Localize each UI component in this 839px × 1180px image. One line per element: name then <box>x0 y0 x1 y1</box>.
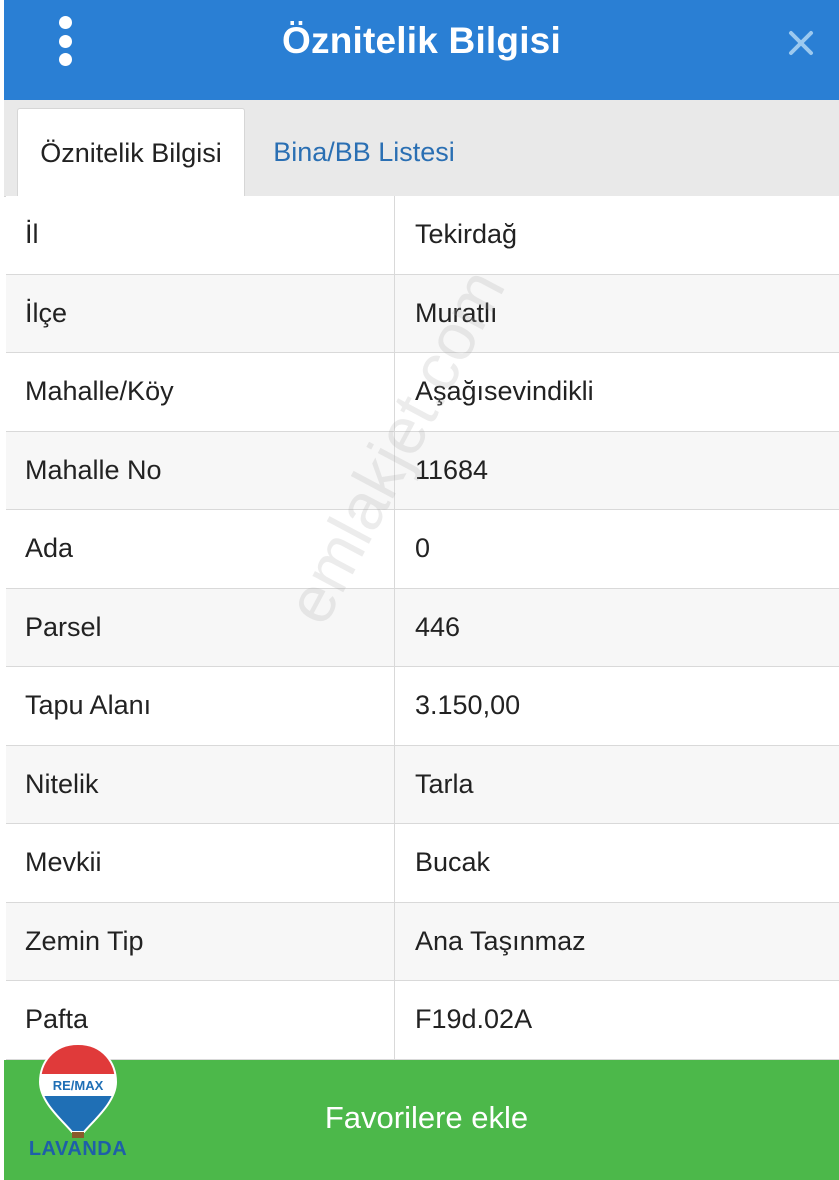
attribute-key: İl <box>6 196 395 274</box>
attribute-key: Nitelik <box>6 745 395 823</box>
attribute-key: Parsel <box>6 588 395 666</box>
attribute-key: İlçe <box>6 274 395 352</box>
menu-dot <box>58 34 72 48</box>
attribute-value: 0 <box>415 533 431 564</box>
attribute-value: 11684 <box>415 454 489 485</box>
tab-attribute-info[interactable]: Öznitelik Bilgisi <box>17 108 245 198</box>
more-vertical-icon[interactable] <box>50 16 80 66</box>
attribute-info-dialog: Öznitelik Bilgisi Öznitelik Bilgisi Bina… <box>0 0 839 1180</box>
attribute-value: Tekirdağ <box>415 219 518 250</box>
table-row: Zemin Tip Ana Taşınmaz <box>6 902 839 981</box>
tab-building-list[interactable]: Bina/BB Listesi <box>259 108 469 196</box>
dialog-title: Öznitelik Bilgisi <box>282 20 561 61</box>
table-row: İl Tekirdağ <box>6 196 839 275</box>
attribute-value: F19d.02A <box>415 1004 533 1035</box>
logo-badge-text: RE/MAX <box>53 1078 104 1093</box>
table-row: Mahalle/Köy Aşağısevindikli <box>6 353 839 432</box>
attribute-key: Mahalle No <box>6 431 395 509</box>
table-row: Nitelik Tarla <box>6 745 839 824</box>
menu-dot <box>58 53 72 66</box>
attribute-value: Tarla <box>415 768 474 799</box>
table-row: Parsel 446 <box>6 588 839 667</box>
table-row: Mahalle No 11684 <box>6 431 839 510</box>
menu-dot <box>58 16 72 29</box>
attribute-key: Mevkii <box>6 824 395 902</box>
tab-bar: Öznitelik Bilgisi Bina/BB Listesi <box>4 100 839 198</box>
attribute-value: Aşağısevindikli <box>415 376 594 407</box>
attribute-key: Ada <box>6 510 395 588</box>
logo-name: LAVANDA <box>28 1138 128 1160</box>
attribute-value: Bucak <box>415 847 491 878</box>
attribute-table: İl Tekirdağ İlçe Muratlı Mahalle/Köy Aşağısev… <box>6 196 839 1060</box>
attribute-key: Mahalle/Köy <box>6 353 395 431</box>
table-row: İlçe Muratlı <box>6 274 839 353</box>
table-row: Mevkii Bucak <box>6 824 839 903</box>
table-row: Tapu Alanı 3.150,00 <box>6 667 839 746</box>
attribute-value: 446 <box>415 611 461 642</box>
attribute-key: Tapu Alanı <box>6 667 395 745</box>
dialog-header: Öznitelik Bilgisi <box>4 0 839 100</box>
balloon-icon: RE/MAX <box>38 1042 118 1138</box>
add-to-favorites-label: Favorilere ekle <box>324 1100 529 1135</box>
attribute-key: Zemin Tip <box>6 902 395 980</box>
remax-lavanda-logo: RE/MAX LAVANDA <box>22 1040 134 1170</box>
attribute-value: Ana Taşınmaz <box>415 925 586 956</box>
table-row: Ada 0 <box>6 510 839 589</box>
attribute-value: 3.150,00 <box>415 690 521 721</box>
attribute-value: Muratlı <box>415 297 498 328</box>
close-icon[interactable] <box>785 27 817 59</box>
